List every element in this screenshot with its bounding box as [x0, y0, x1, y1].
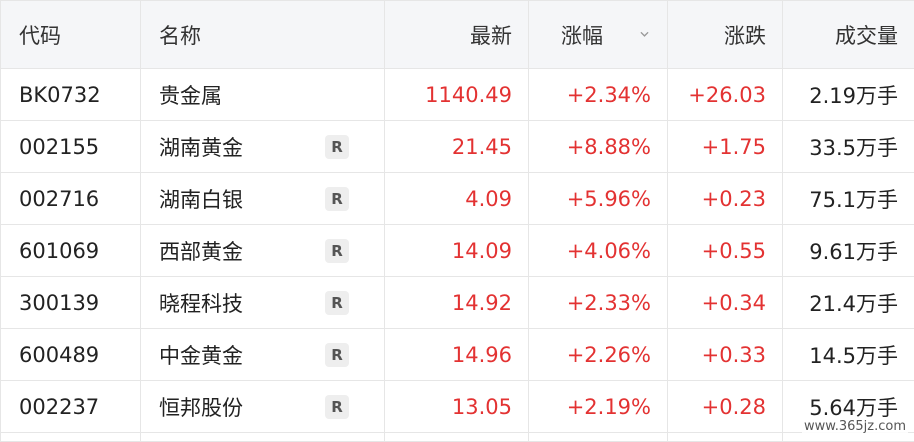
chevron-down-icon[interactable] — [640, 29, 649, 38]
cell-last: 21.45 — [385, 121, 529, 173]
cell-last: 13.05 — [385, 381, 529, 433]
cell-vol: 2.19万手 — [783, 69, 914, 121]
cell-code: 002155 — [1, 121, 141, 173]
cell-pct: +4.06% — [529, 225, 668, 277]
cell-code: 601069 — [1, 225, 141, 277]
cell-code: BK0732 — [1, 69, 141, 121]
watermark: www.365jz.com — [802, 419, 908, 434]
column-header-chg[interactable]: 涨跌 — [668, 1, 783, 69]
stock-name: 晓程科技 — [159, 292, 243, 316]
cell-vol: 33.5万手 — [783, 121, 914, 173]
r-badge-icon: R — [325, 239, 349, 263]
table-row[interactable]: 002155 湖南黄金 R 21.45+8.88%+1.7533.5万手 — [1, 121, 914, 173]
cell-chg: +0.34 — [668, 277, 783, 329]
r-badge-icon: R — [325, 291, 349, 315]
stock-table: 代码 名称 最新 涨幅 涨跌 成交量 BK0732 贵金属 1140.49+2.34… — [0, 0, 914, 442]
cell-pct: +2.34% — [529, 69, 668, 121]
table-row[interactable]: BK0732 贵金属 1140.49+2.34%+26.032.19万手 — [1, 69, 914, 121]
cell-name: 湖南白银 R — [141, 173, 385, 225]
table-row[interactable]: 002237恒邦股份R13.05+2.19%+0.285.64万手 — [1, 381, 914, 433]
stock-name: 西部黄金 — [159, 240, 243, 264]
cell-code: 600489 — [1, 329, 141, 381]
cell-code: 002716 — [1, 173, 141, 225]
stock-name: 恒邦股份 — [159, 396, 243, 420]
cell-chg: +0.33 — [668, 329, 783, 381]
cell-last: 14.92 — [385, 277, 529, 329]
cell-pct: +2.26% — [529, 329, 668, 381]
cell-name: 晓程科技 R — [141, 277, 385, 329]
column-header-pct-label: 涨幅 — [561, 20, 603, 50]
cell-vol: 9.61万手 — [783, 225, 914, 277]
column-header-last[interactable]: 最新 — [385, 1, 529, 69]
cell-pct: +8.88% — [529, 121, 668, 173]
cell-pct: +2.19% — [529, 381, 668, 433]
stock-name: 湖南黄金 — [159, 136, 243, 160]
column-header-code[interactable]: 代码 — [1, 1, 141, 69]
cell-chg: +0.55 — [668, 225, 783, 277]
table-row — [1, 433, 914, 442]
table-row[interactable]: 600489 中金黄金 R 14.96+2.26%+0.3314.5万手 — [1, 329, 914, 381]
r-badge-icon: R — [325, 395, 349, 419]
cell-pct: +2.33% — [529, 277, 668, 329]
cell-vol: 75.1万手 — [783, 173, 914, 225]
stock-name: 中金黄金 — [159, 344, 243, 368]
table-row[interactable]: 002716 湖南白银 R 4.09+5.96%+0.2375.1万手 — [1, 173, 914, 225]
cell-last: 14.09 — [385, 225, 529, 277]
cell-name: 湖南黄金 R — [141, 121, 385, 173]
stock-name: 贵金属 — [159, 84, 222, 108]
cell-chg: +0.28 — [668, 381, 783, 433]
cell-chg: +26.03 — [668, 69, 783, 121]
cell-name: 恒邦股份 R — [141, 381, 385, 433]
cell-chg: +0.23 — [668, 173, 783, 225]
cell-chg: +1.75 — [668, 121, 783, 173]
column-header-pct[interactable]: 涨幅 — [529, 1, 668, 69]
cell-pct: +5.96% — [529, 173, 668, 225]
r-badge-icon: R — [325, 187, 349, 211]
column-header-name[interactable]: 名称 — [141, 1, 385, 69]
table-row[interactable]: 601069 西部黄金 R 14.09+4.06%+0.559.61万手 — [1, 225, 914, 277]
column-header-vol[interactable]: 成交量 — [783, 1, 914, 69]
cell-last: 4.09 — [385, 173, 529, 225]
cell-name: 中金黄金 R — [141, 329, 385, 381]
cell-vol: 21.4万手 — [783, 277, 914, 329]
cell-name: 西部黄金 R — [141, 225, 385, 277]
cell-last: 14.96 — [385, 329, 529, 381]
r-badge-icon: R — [325, 343, 349, 367]
table-header: 代码 名称 最新 涨幅 涨跌 成交量 — [1, 1, 914, 69]
table-row[interactable]: 300139 晓程科技 R 14.92+2.33%+0.3421.4万手 — [1, 277, 914, 329]
stock-name: 湖南白银 — [159, 188, 243, 212]
cell-code: 002237 — [1, 381, 141, 433]
table-body: BK0732贵金属1140.49+2.34%+26.032.19万手002155… — [1, 69, 914, 442]
cell-vol: 14.5万手 — [783, 329, 914, 381]
cell-name: 贵金属 — [141, 69, 385, 121]
cell-code: 300139 — [1, 277, 141, 329]
r-badge-icon: R — [325, 135, 349, 159]
cell-last: 1140.49 — [385, 69, 529, 121]
